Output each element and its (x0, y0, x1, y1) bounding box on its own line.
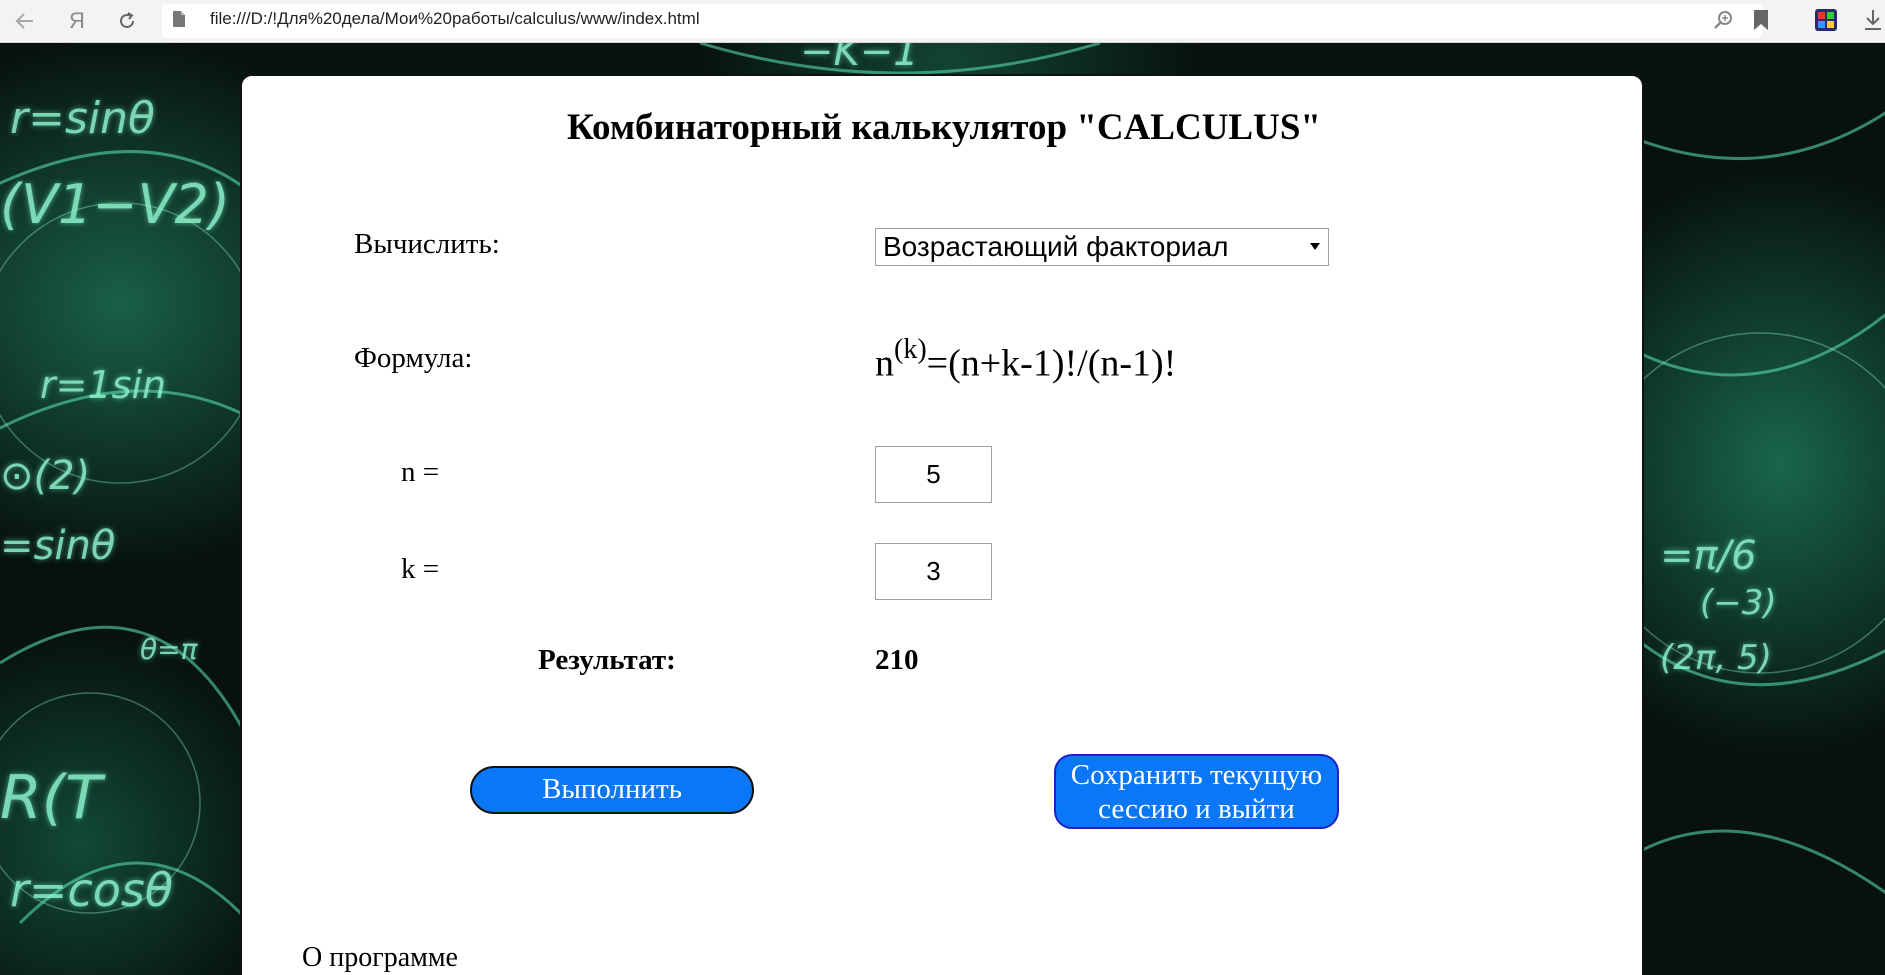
formula-display: n(k)=(n+k-1)!/(n-1)! (875, 334, 1177, 386)
reload-icon (120, 12, 134, 28)
bg-scribble: r=1sin (40, 363, 167, 407)
bg-scribble: =π/6 (1660, 533, 1757, 579)
browser-toolbar: Я file:///D:/!Для%20дела/Мои%20работы/ca… (0, 0, 1885, 43)
url-text[interactable]: file:///D:/!Для%20дела/Мои%20работы/calc… (210, 9, 700, 29)
n-input[interactable] (875, 446, 992, 503)
k-input[interactable] (875, 543, 992, 600)
chevron-down-icon (1310, 243, 1320, 250)
k-label: k = (401, 553, 440, 585)
bg-scribble: θ=π (140, 633, 198, 666)
save-button-line-2: сессию и выйти (1098, 793, 1295, 825)
bg-scribble: (V1−V2) (0, 173, 230, 236)
reload-button[interactable] (112, 6, 142, 36)
about-link[interactable]: О программе (302, 942, 458, 974)
bg-scribble: (2π, 5) (1660, 638, 1772, 678)
back-button[interactable] (10, 6, 40, 36)
run-button[interactable]: Выполнить (470, 766, 754, 814)
page-icon (173, 11, 185, 27)
arrow-left-icon (15, 13, 33, 29)
calculator-panel: Комбинаторный калькулятор "CALCULUS" Выч… (240, 74, 1644, 975)
formula-expression: =(n+k-1)!/(n-1)! (926, 342, 1177, 385)
bg-scribble: −K−1 (800, 43, 919, 75)
save-button-line-1: Сохранить текущую (1070, 759, 1323, 791)
yandex-button[interactable]: Я (62, 6, 92, 36)
download-icon[interactable] (1862, 8, 1884, 32)
page-title: Комбинаторный калькулятор "CALCULUS" (567, 107, 1321, 148)
bg-scribble: ⊙(2) (0, 453, 91, 499)
bg-scribble: r=sinθ (10, 93, 155, 144)
bg-scribble: r=cosθ (10, 863, 173, 917)
bg-scribble: (−3) (1700, 583, 1777, 623)
zoom-icon[interactable] (1712, 8, 1736, 32)
compute-label: Вычислить: (354, 228, 500, 260)
bg-scribble: R(T (0, 763, 102, 833)
extension-icon[interactable] (1814, 8, 1838, 32)
operation-select[interactable]: Возрастающий факториал (875, 228, 1329, 266)
formula-label: Формула: (354, 342, 473, 374)
bg-scribble: =sinθ (0, 523, 116, 569)
operation-select-value: Возрастающий факториал (883, 231, 1229, 262)
n-label: n = (401, 456, 440, 488)
bookmark-icon[interactable] (1752, 9, 1770, 31)
formula-base: n (875, 342, 894, 385)
result-label: Результат: (538, 644, 676, 676)
result-value: 210 (875, 644, 919, 676)
save-session-exit-button[interactable]: Сохранить текущую сессию и выйти (1054, 754, 1339, 829)
formula-superscript: (k) (894, 334, 927, 365)
